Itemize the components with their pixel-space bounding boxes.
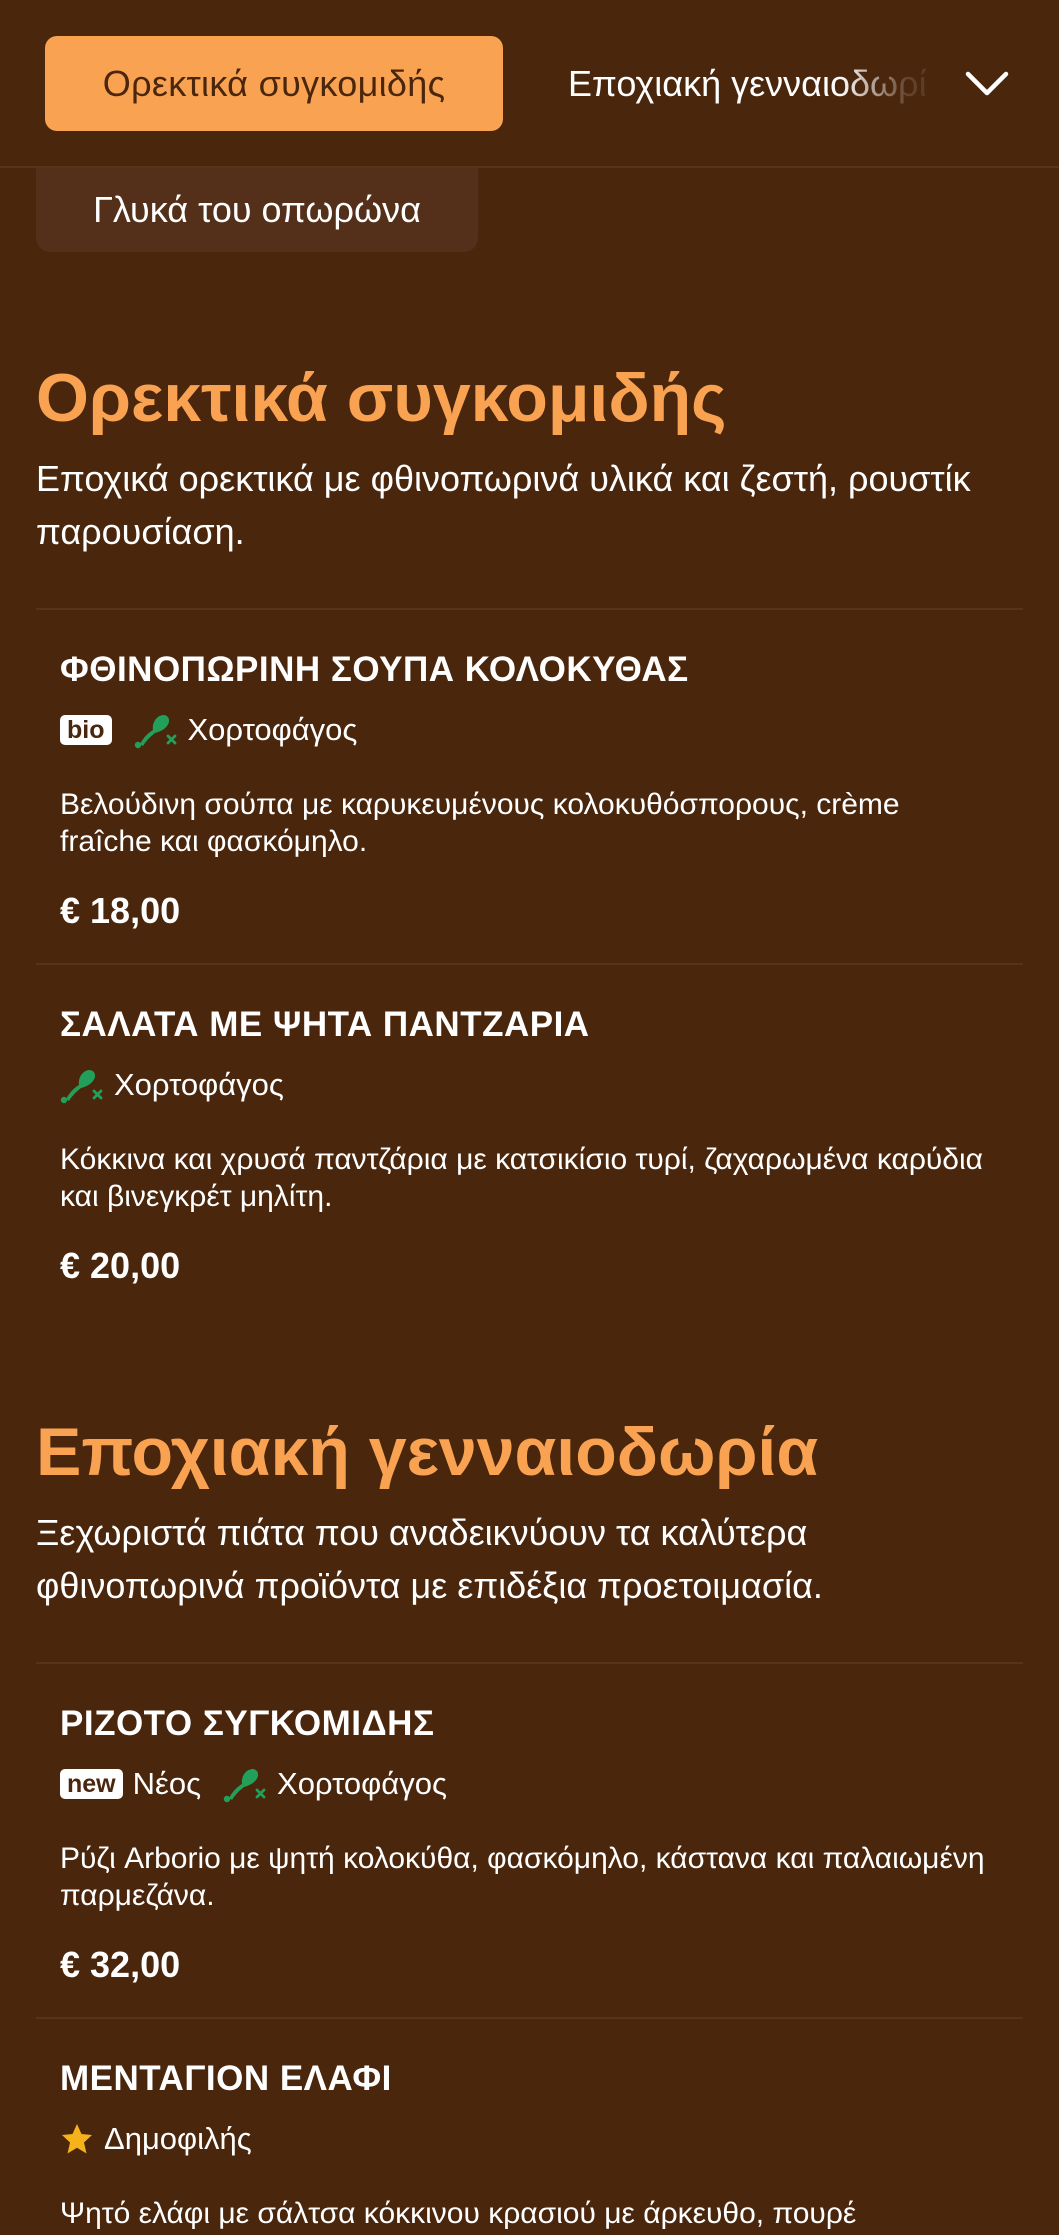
vegetarian-label: Χορτοφάγος [187,712,358,747]
vegetarian-icon [223,1769,266,1803]
vegetarian-tag: Χορτοφάγος [223,1765,447,1803]
menu-item-description: Ρύζι Arborio με ψητή κολοκύθα, φασκόμηλο… [60,1842,985,1912]
menu-item-name: ΦΘΙΝΟΠΩΡΙΝΗ ΣΟΥΠΑ ΚΟΛΟΚΥΘΑΣ [60,650,689,689]
vegetarian-icon [60,1070,103,1104]
vegetarian-icon [134,715,176,749]
category-tab-orchard-desserts[interactable]: Γλυκά του οπωρώνα [36,168,478,252]
popular-tag: Δημοφιλής [60,2121,252,2157]
menu-item-description: Βελούδινη σούπα με καρυκευμένους κολοκυθ… [60,788,900,858]
bio-tag: bio [60,715,112,745]
category-tab-label: Ορεκτικά συγκομιδής [102,62,446,104]
new-badge: new [60,1769,123,1799]
menu-section-harvest-starters: Ορεκτικά συγκομιδής Εποχικά ορεκτικά με … [36,358,1023,558]
new-tag: new Νέος [60,1766,201,1802]
menu-item-name: ΣΑΛΑΤΑ ΜΕ ΨΗΤΑ ΠΑΝΤΖΑΡΙΑ [60,1005,590,1044]
menu-item-price: € 20,00 [60,1245,181,1286]
menu-item-tags: bio Χορτοφάγος [60,708,999,752]
menu-item-name: ΡΙΖΟΤΟ ΣΥΓΚΟΜΙΔΗΣ [60,1704,435,1743]
menu-item-tags: Χορτοφάγος [60,1063,999,1107]
menu-section-seasonal-bounty: Εποχιακή γενναιοδωρία Ξεχωριστά πιάτα πο… [36,1412,1023,1612]
new-label: Νέος [132,1766,202,1801]
menu-item[interactable]: ΣΑΛΑΤΑ ΜΕ ΨΗΤΑ ΠΑΝΤΖΑΡΙΑ Χορτοφάγος Κόκκ… [36,963,1023,1286]
vegetarian-tag: Χορτοφάγος [60,1066,284,1104]
menu-item[interactable]: ΜΕΝΤΑΓΙΟΝ ΕΛΑΦΙ Δημοφιλής Ψητό ελάφι με … [36,2017,1023,2235]
vegetarian-label: Χορτοφάγος [277,1766,447,1801]
menu-item[interactable]: ΦΘΙΝΟΠΩΡΙΝΗ ΣΟΥΠΑ ΚΟΛΟΚΥΘΑΣ bio Χορτοφάγ… [36,608,1023,965]
chevron-down-icon [965,71,1009,96]
category-tab-label: Γλυκά του οπωρώνα [93,189,421,230]
menu-item-description: Ψητό ελάφι με σάλτσα κόκκινου κρασιού με… [60,2197,857,2230]
section-description: Ξεχωριστά πιάτα που αναδεικνύουν τα καλύ… [36,1512,823,1606]
menu-item-tags: Δημοφιλής [60,2117,999,2161]
star-icon [62,2124,92,2154]
menu-item-tags: new Νέος Χορτοφάγος [60,1762,999,1806]
section-title: Εποχιακή γενναιοδωρία [36,1414,819,1490]
menu-item-price: € 18,00 [60,890,181,931]
section-description: Εποχικά ορεκτικά με φθινοπωρινά υλικά κα… [36,458,971,552]
section-title: Ορεκτικά συγκομιδής [36,360,727,436]
menu-item[interactable]: ΡΙΖΟΤΟ ΣΥΓΚΟΜΙΔΗΣ new Νέος Χορτοφάγος Ρύ… [36,1662,1023,2019]
menu-item-description: Κόκκινα και χρυσά παντζάρια με κατσικίσι… [60,1143,984,1213]
menu-item-name: ΜΕΝΤΑΓΙΟΝ ΕΛΑΦΙ [60,2059,392,2098]
category-bar: Ορεκτικά συγκομιδής Εποχιακή γενναιοδωρί… [0,0,1059,168]
category-expand-button[interactable] [950,50,1024,118]
menu-item-price: € 32,00 [60,1944,181,1985]
vegetarian-label: Χορτοφάγος [114,1067,284,1102]
category-tab-harvest-starters[interactable]: Ορεκτικά συγκομιδής [45,36,503,131]
popular-label: Δημοφιλής [104,2121,252,2156]
bio-badge: bio [60,715,112,745]
category-bar-fade [840,20,960,145]
vegetarian-tag: Χορτοφάγος [134,711,358,749]
